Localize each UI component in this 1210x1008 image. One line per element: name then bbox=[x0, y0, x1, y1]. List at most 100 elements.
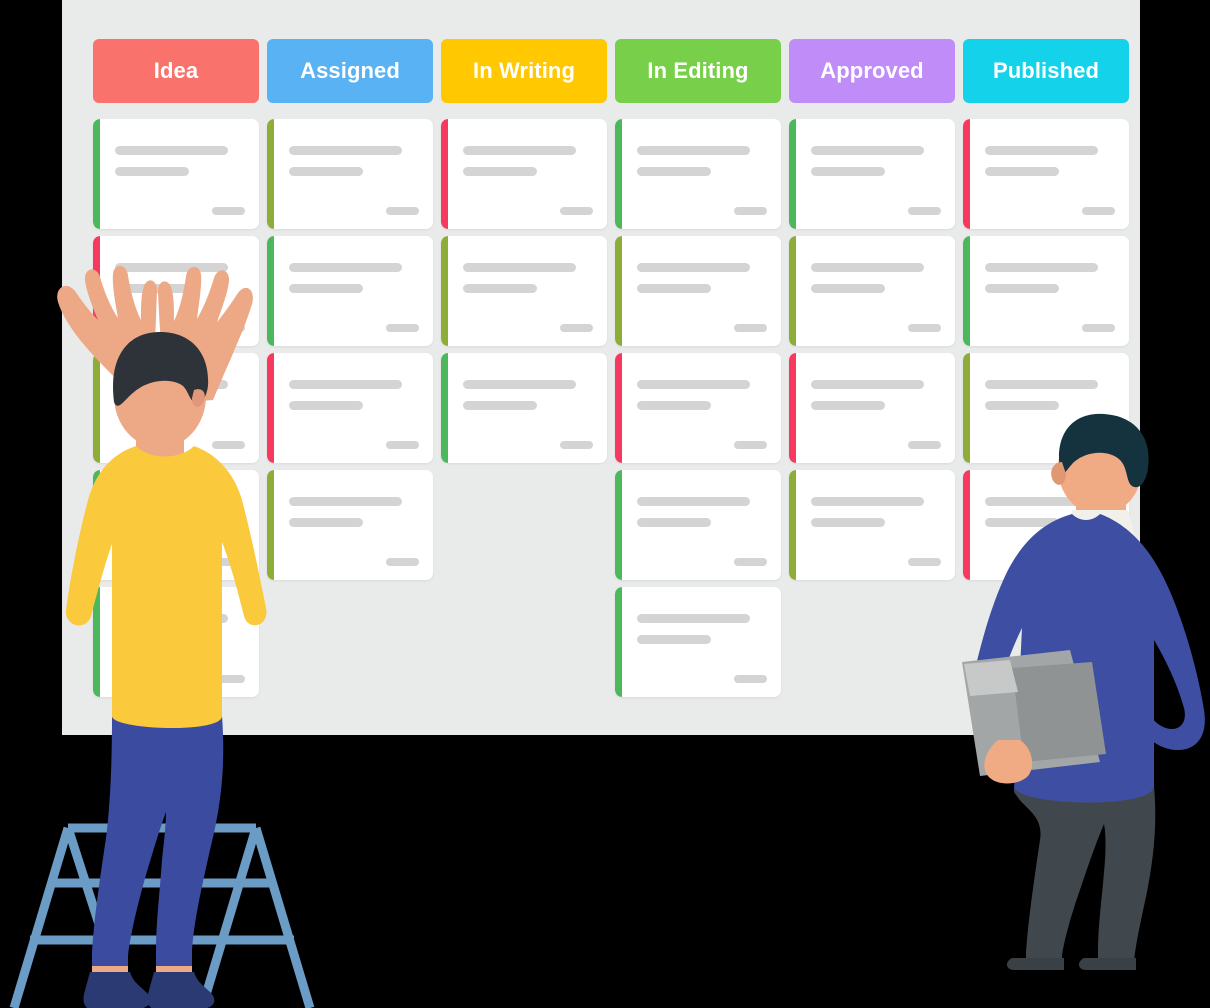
kanban-card[interactable] bbox=[93, 470, 259, 580]
card-accent-bar bbox=[963, 470, 970, 580]
card-title-placeholder bbox=[115, 614, 228, 623]
card-accent-bar bbox=[789, 353, 796, 463]
trousers bbox=[92, 716, 224, 970]
kanban-card[interactable] bbox=[267, 353, 433, 463]
kanban-card[interactable] bbox=[789, 119, 955, 229]
card-tag-placeholder bbox=[386, 558, 419, 566]
kanban-card[interactable] bbox=[93, 587, 259, 697]
kanban-card[interactable] bbox=[93, 236, 259, 346]
card-subtitle-placeholder bbox=[985, 167, 1059, 176]
card-title-placeholder bbox=[985, 497, 1098, 506]
card-tag-placeholder bbox=[386, 441, 419, 449]
card-accent-bar bbox=[267, 470, 274, 580]
card-title-placeholder bbox=[985, 263, 1098, 272]
card-tag-placeholder bbox=[1082, 207, 1115, 215]
card-accent-bar bbox=[615, 470, 622, 580]
card-accent-bar bbox=[789, 236, 796, 346]
card-subtitle-placeholder bbox=[463, 167, 537, 176]
kanban-card[interactable] bbox=[789, 353, 955, 463]
card-tag-placeholder bbox=[908, 324, 941, 332]
card-accent-bar bbox=[93, 236, 100, 346]
card-subtitle-placeholder bbox=[637, 284, 711, 293]
kanban-card[interactable] bbox=[963, 353, 1129, 463]
card-accent-bar bbox=[93, 353, 100, 463]
card-accent-bar bbox=[963, 119, 970, 229]
card-subtitle-placeholder bbox=[289, 167, 363, 176]
card-tag-placeholder bbox=[212, 558, 245, 566]
card-accent-bar bbox=[441, 119, 448, 229]
kanban-card[interactable] bbox=[267, 119, 433, 229]
card-title-placeholder bbox=[289, 263, 402, 272]
card-subtitle-placeholder bbox=[811, 401, 885, 410]
kanban-card[interactable] bbox=[615, 353, 781, 463]
hand bbox=[984, 740, 1033, 784]
card-tag-placeholder bbox=[908, 207, 941, 215]
card-title-placeholder bbox=[289, 380, 402, 389]
kanban-card[interactable] bbox=[963, 119, 1129, 229]
card-subtitle-placeholder bbox=[115, 401, 189, 410]
kanban-card[interactable] bbox=[615, 587, 781, 697]
card-title-placeholder bbox=[637, 263, 750, 272]
card-title-placeholder bbox=[289, 146, 402, 155]
card-subtitle-placeholder bbox=[289, 518, 363, 527]
card-tag-placeholder bbox=[734, 324, 767, 332]
card-title-placeholder bbox=[463, 380, 576, 389]
card-tag-placeholder bbox=[386, 324, 419, 332]
card-tag-placeholder bbox=[1082, 558, 1115, 566]
column-header-label: In Editing bbox=[647, 58, 749, 83]
card-title-placeholder bbox=[637, 146, 750, 155]
kanban-card[interactable] bbox=[615, 236, 781, 346]
card-tag-placeholder bbox=[734, 207, 767, 215]
card-tag-placeholder bbox=[1082, 441, 1115, 449]
kanban-card[interactable] bbox=[789, 470, 955, 580]
column-header-label: Published bbox=[992, 58, 1100, 83]
column-header-assigned[interactable]: Assigned bbox=[267, 39, 433, 103]
card-tag-placeholder bbox=[560, 441, 593, 449]
card-subtitle-placeholder bbox=[811, 518, 885, 527]
card-title-placeholder bbox=[115, 146, 228, 155]
card-accent-bar bbox=[963, 236, 970, 346]
card-subtitle-placeholder bbox=[115, 284, 189, 293]
kanban-card[interactable] bbox=[615, 470, 781, 580]
kanban-card[interactable] bbox=[267, 236, 433, 346]
card-tag-placeholder bbox=[1082, 324, 1115, 332]
card-accent-bar bbox=[267, 119, 274, 229]
column-header-approved[interactable]: Approved bbox=[789, 39, 955, 103]
card-subtitle-placeholder bbox=[985, 284, 1059, 293]
kanban-card[interactable] bbox=[93, 353, 259, 463]
kanban-card[interactable] bbox=[615, 119, 781, 229]
card-subtitle-placeholder bbox=[463, 401, 537, 410]
kanban-card[interactable] bbox=[441, 236, 607, 346]
card-subtitle-placeholder bbox=[811, 284, 885, 293]
card-tag-placeholder bbox=[212, 675, 245, 683]
kanban-card[interactable] bbox=[441, 353, 607, 463]
kanban-card[interactable] bbox=[267, 470, 433, 580]
card-subtitle-placeholder bbox=[637, 518, 711, 527]
kanban-card[interactable] bbox=[441, 119, 607, 229]
card-accent-bar bbox=[789, 470, 796, 580]
column-header-published[interactable]: Published bbox=[963, 39, 1129, 103]
card-tag-placeholder bbox=[386, 207, 419, 215]
card-title-placeholder bbox=[115, 380, 228, 389]
card-subtitle-placeholder bbox=[115, 518, 189, 527]
trousers bbox=[1014, 786, 1156, 966]
column-header-idea[interactable]: Idea bbox=[93, 39, 259, 103]
kanban-card[interactable] bbox=[789, 236, 955, 346]
card-accent-bar bbox=[615, 587, 622, 697]
kanban-card[interactable] bbox=[963, 236, 1129, 346]
card-tag-placeholder bbox=[734, 558, 767, 566]
card-title-placeholder bbox=[463, 146, 576, 155]
card-title-placeholder bbox=[115, 263, 228, 272]
column-header-in-editing[interactable]: In Editing bbox=[615, 39, 781, 103]
card-title-placeholder bbox=[115, 497, 228, 506]
card-subtitle-placeholder bbox=[985, 401, 1059, 410]
column-header-in-writing[interactable]: In Writing bbox=[441, 39, 607, 103]
card-accent-bar bbox=[441, 353, 448, 463]
card-subtitle-placeholder bbox=[985, 518, 1059, 527]
column-header-label: Idea bbox=[153, 58, 199, 83]
card-tag-placeholder bbox=[908, 558, 941, 566]
card-tag-placeholder bbox=[212, 207, 245, 215]
card-accent-bar bbox=[93, 119, 100, 229]
kanban-card[interactable] bbox=[963, 470, 1129, 580]
kanban-card[interactable] bbox=[93, 119, 259, 229]
